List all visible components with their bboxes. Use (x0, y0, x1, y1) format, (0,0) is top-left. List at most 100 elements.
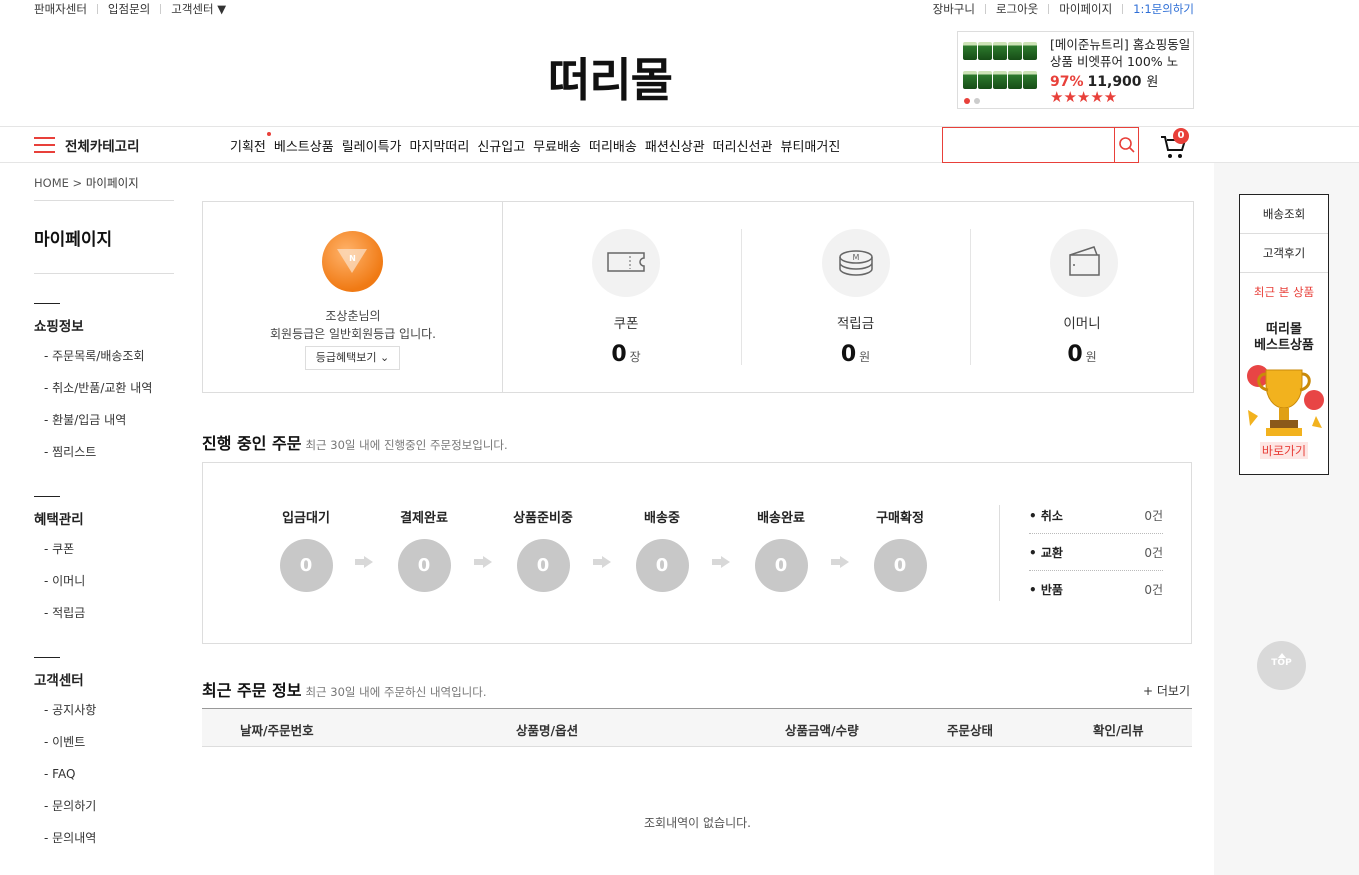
wallet-icon (1050, 229, 1118, 297)
step-preparing[interactable]: 상품준비중 0 (508, 507, 578, 592)
sidebar-item-notice[interactable]: - 공지사항 (34, 699, 174, 731)
cart-count-badge: 0 (1173, 128, 1189, 144)
carousel-dots[interactable] (964, 98, 980, 104)
member-grade: 회원등급은 일반회원등급 입니다. (269, 327, 436, 341)
col-amount: 상품금액/수량 (785, 723, 859, 738)
customer-center-dropdown[interactable]: 고객센터 ▼ (171, 1, 226, 17)
top-utility-bar: 판매자센터 입점문의 고객센터 ▼ 장바구니 로그아웃 마이페이지 1:1문의하… (34, 0, 1194, 18)
nav-item-fresh[interactable]: 떠리신선관 (713, 136, 773, 155)
step-delivered[interactable]: 배송완료 0 (746, 507, 816, 592)
promo-banner[interactable]: [메이준뉴트리] 홈쇼핑동일 상품 비엣퓨어 100% 노니... 97%11,… (957, 31, 1194, 109)
emoney-stat[interactable]: 이머니 0원 (970, 202, 1194, 392)
sidebar-item-faq[interactable]: - FAQ (34, 763, 174, 795)
search-input[interactable] (943, 128, 1114, 162)
all-category-label: 전체카테고리 (65, 139, 140, 155)
promo-title: [메이준뉴트리] 홈쇼핑동일 상품 비엣퓨어 100% 노니... (1050, 37, 1191, 69)
hamburger-icon (34, 137, 55, 153)
points-stat[interactable]: M 적립금 0원 (741, 202, 970, 392)
product-image (963, 42, 1038, 98)
inquiry-link[interactable]: 1:1문의하기 (1133, 1, 1194, 17)
all-category-button[interactable]: 전체카테고리 (34, 135, 140, 155)
claim-exchange[interactable]: • 교환 0건 (1029, 534, 1163, 571)
promo-unit: 원 (1146, 75, 1159, 90)
col-date: 날짜/주문번호 (240, 723, 314, 738)
trophy-icon (1244, 358, 1324, 440)
sidebar-group-benefits: 혜택관리 - 쿠폰 - 이머니 - 적립금 (34, 496, 174, 634)
coins-icon: M (822, 229, 890, 297)
step-confirmed[interactable]: 구매확정 0 (865, 507, 935, 592)
breadcrumb-current: 마이페이지 (85, 176, 139, 190)
sidebar-item-wishlist[interactable]: - 찜리스트 (34, 441, 174, 473)
more-link[interactable]: + 더보기 (1143, 682, 1190, 699)
coupon-icon (592, 229, 660, 297)
store-inquiry-link[interactable]: 입점문의 (108, 1, 150, 17)
member-info: N 조상춘님의 회원등급은 일반회원등급 입니다. 등급혜택보기 ⌄ (203, 202, 503, 392)
col-product: 상품명/옵션 (516, 723, 579, 738)
sidebar-item-refund[interactable]: - 환불/입금 내역 (34, 409, 174, 441)
nav-divider (0, 162, 1359, 163)
search-button[interactable] (1114, 128, 1138, 162)
col-review: 확인/리뷰 (1093, 723, 1144, 738)
sidebar-item-coupon[interactable]: - 쿠폰 (34, 538, 174, 570)
sidebar-item-cancel[interactable]: - 취소/반품/교환 내역 (34, 377, 174, 409)
coupon-count: 0장 (611, 342, 641, 367)
nav-item-new[interactable]: 신규입고 (477, 136, 525, 155)
sidebar-item-points[interactable]: - 적립금 (34, 602, 174, 634)
step-paid[interactable]: 결제완료 0 (389, 507, 459, 592)
sidebar-group-shopping: 쇼핑정보 - 주문목록/배송조회 - 취소/반품/교환 내역 - 환불/입금 내… (34, 303, 174, 473)
mypage-link[interactable]: 마이페이지 (1059, 1, 1112, 17)
arrow-right-icon (712, 556, 730, 568)
svg-text:M: M (853, 253, 860, 262)
cart-button[interactable]: 0 (1160, 128, 1190, 161)
arrow-right-icon (474, 556, 492, 568)
sidebar-group-support: 고객센터 - 공지사항 - 이벤트 - FAQ - 문의하기 - 문의내역 (34, 657, 174, 859)
coupon-stat[interactable]: 쿠폰 0장 (503, 202, 749, 392)
nav-item-beauty[interactable]: 뷰티매거진 (780, 136, 840, 155)
sidebar: 마이페이지 쇼핑정보 - 주문목록/배송조회 - 취소/반품/교환 내역 - 환… (34, 200, 174, 875)
sidebar-item-event[interactable]: - 이벤트 (34, 731, 174, 763)
quick-recently-viewed[interactable]: 최근 본 상품 (1240, 273, 1328, 312)
logout-link[interactable]: 로그아웃 (996, 1, 1038, 17)
grade-benefit-button[interactable]: 등급혜택보기 ⌄ (305, 346, 400, 370)
claim-cancel[interactable]: • 취소 0건 (1029, 497, 1163, 534)
nav-item-best[interactable]: 베스트상품 (274, 136, 334, 155)
search-icon (1118, 137, 1135, 153)
go-best-button[interactable]: 바로가기 (1259, 442, 1309, 459)
new-dot-icon (266, 132, 271, 136)
seller-center-link[interactable]: 판매자센터 (34, 1, 87, 17)
breadcrumb-home[interactable]: HOME (34, 176, 69, 190)
member-summary: N 조상춘님의 회원등급은 일반회원등급 입니다. 등급혜택보기 ⌄ 쿠폰 0장… (202, 201, 1194, 393)
scroll-top-button[interactable]: TOP (1257, 641, 1306, 690)
step-awaiting-payment[interactable]: 입금대기 0 (271, 507, 341, 592)
recent-orders-table-header: 날짜/주문번호 상품명/옵션 상품금액/수량 주문상태 확인/리뷰 (202, 708, 1192, 747)
recent-orders-title: 최근 주문 정보 최근 30일 내에 주문하신 내역입니다. (202, 681, 487, 700)
col-status: 주문상태 (947, 723, 994, 738)
nav-item-relay[interactable]: 릴레이특가 (342, 136, 402, 155)
sidebar-item-orders[interactable]: - 주문목록/배송조회 (34, 345, 174, 377)
points-amount: 0원 (840, 342, 871, 367)
nav-item-fashion[interactable]: 패션신상관 (645, 136, 705, 155)
sidebar-item-inquiry[interactable]: - 문의하기 (34, 795, 174, 827)
nav-item-delivery[interactable]: 떠리배송 (589, 136, 637, 155)
quick-menu: 배송조회 고객후기 최근 본 상품 떠리몰 베스트상품 바로가기 (1239, 194, 1329, 475)
best-products-banner[interactable]: 떠리몰 베스트상품 (1240, 322, 1328, 354)
quick-delivery-tracking[interactable]: 배송조회 (1240, 195, 1328, 234)
quick-reviews[interactable]: 고객후기 (1240, 234, 1328, 273)
member-name: 조상춘님의 (325, 309, 381, 323)
arrow-right-icon (593, 556, 611, 568)
order-status-panel: 입금대기 0 결제완료 0 상품준비중 0 배송중 0 배송완료 0 구매확정 0 • 취소… (202, 462, 1192, 644)
sidebar-item-emoney[interactable]: - 이머니 (34, 570, 174, 602)
nav-divider (0, 126, 1359, 127)
nav-item-free-shipping[interactable]: 무료배송 (533, 136, 581, 155)
nav-item-last[interactable]: 마지막떠리 (410, 136, 470, 155)
search-box (942, 127, 1139, 163)
cart-link[interactable]: 장바구니 (933, 1, 975, 17)
step-shipping[interactable]: 배송중 0 (627, 507, 697, 592)
grade-badge-icon: N (322, 231, 383, 292)
sidebar-item-inquiry-history[interactable]: - 문의내역 (34, 827, 174, 859)
emoney-amount: 0원 (1067, 342, 1097, 367)
nav-item-events[interactable]: 기획전 (230, 132, 271, 155)
orders-section-title: 진행 중인 주문 최근 30일 내에 진행중인 주문정보입니다. (202, 434, 508, 453)
claim-return[interactable]: • 반품 0건 (1029, 571, 1163, 608)
site-logo[interactable]: 떠리몰 (548, 44, 673, 110)
